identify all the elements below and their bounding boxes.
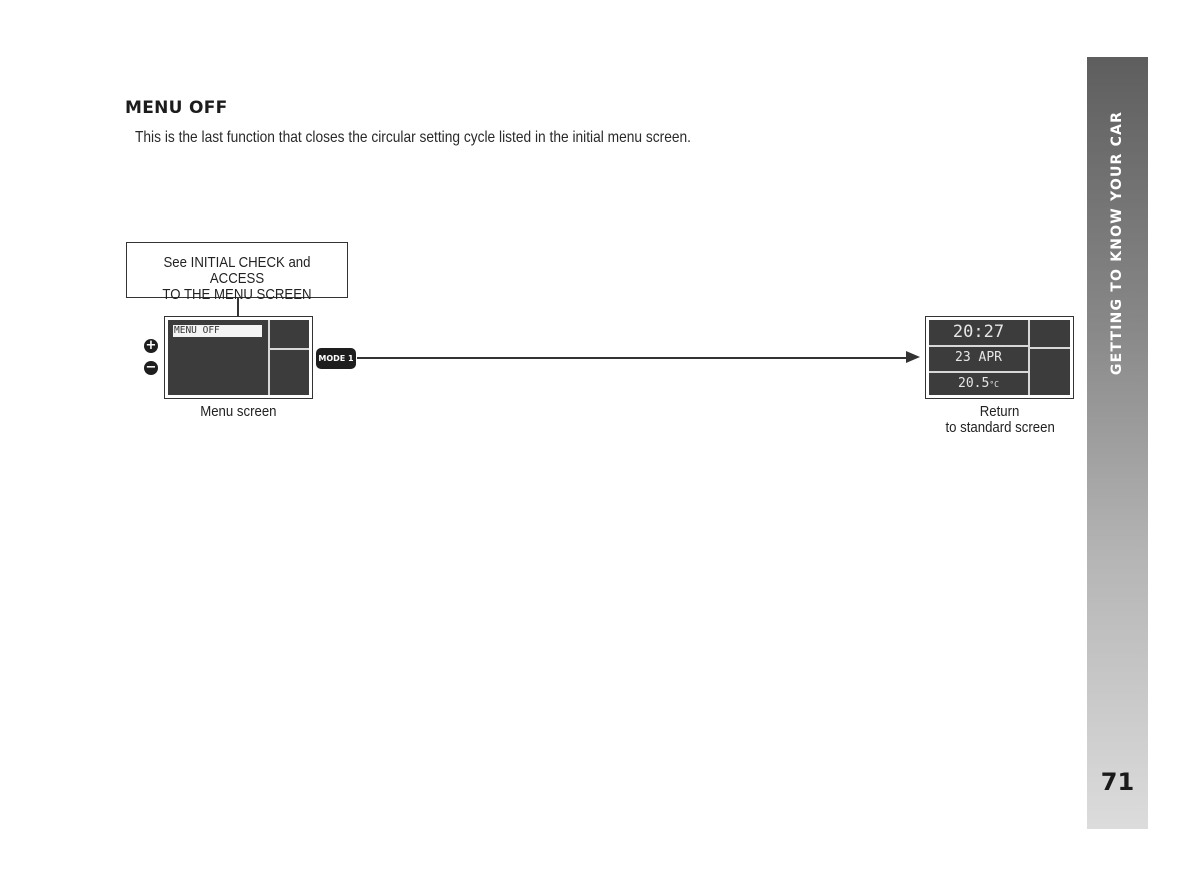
temperature-readout: 20.5°C — [958, 376, 999, 391]
menu-screen-display: MENU OFF — [164, 316, 313, 399]
connector-line — [237, 298, 239, 316]
date-readout: 23 APR — [955, 350, 1002, 365]
return-caption: Return to standard screen — [945, 403, 1055, 436]
plus-button-icon[interactable]: + — [144, 339, 158, 353]
menu-item-selected: MENU OFF — [173, 325, 262, 337]
page-number: 71 — [1100, 768, 1135, 796]
callout-box: See INITIAL CHECK and ACCESS TO THE MENU… — [126, 242, 348, 303]
standard-lcd: 20:27 23 APR 20.5°C — [929, 320, 1070, 395]
mode-button[interactable]: MODE 1 — [316, 348, 356, 369]
callout-line-1: See INITIAL CHECK and ACCESS — [163, 254, 311, 287]
chapter-title: GETTING TO KNOW YOUR CAR — [1109, 110, 1125, 376]
menu-screen-caption: Menu screen — [200, 403, 277, 420]
minus-button-icon[interactable]: − — [144, 361, 158, 375]
flow-arrow-line — [357, 357, 910, 359]
lcd-divider — [270, 348, 309, 350]
lcd-divider — [1030, 347, 1070, 349]
time-readout: 20:27 — [952, 322, 1005, 342]
lcd-divider — [929, 371, 1028, 373]
lcd-divider — [929, 345, 1028, 347]
lcd-divider — [268, 320, 270, 395]
standard-screen-display: 20:27 23 APR 20.5°C — [925, 316, 1074, 399]
arrow-right-icon — [906, 351, 920, 363]
section-heading: MENU OFF — [125, 98, 228, 118]
menu-lcd: MENU OFF — [168, 320, 309, 395]
lcd-divider — [1028, 320, 1030, 395]
intro-text: This is the last function that closes th… — [135, 129, 692, 146]
